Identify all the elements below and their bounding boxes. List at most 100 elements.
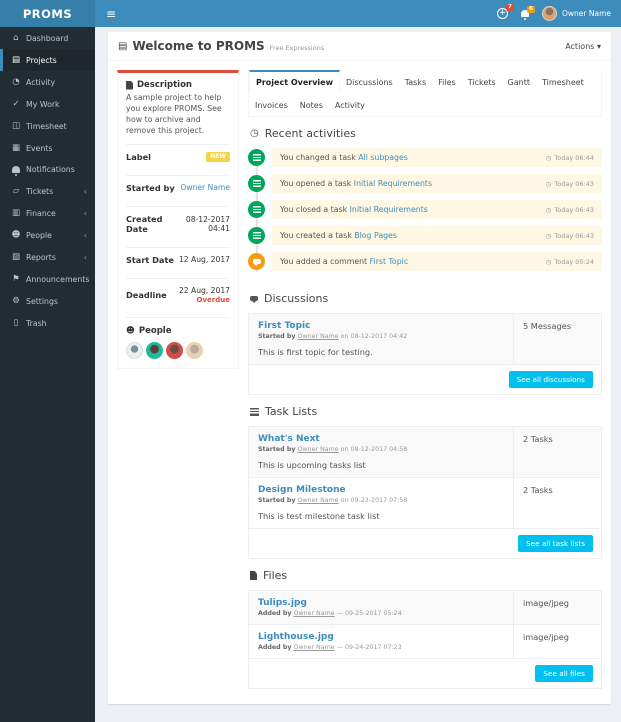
tab-tickets[interactable]: Tickets	[462, 70, 502, 93]
user-avatar	[542, 6, 557, 21]
gear-icon: ⚙	[12, 296, 20, 306]
sidebar-item-reports[interactable]: ▨ Reports ‹	[0, 246, 95, 268]
trash-icon: ▯	[13, 318, 19, 328]
owner-link[interactable]: Owner Name	[298, 446, 339, 453]
add-badge: 7	[506, 4, 514, 11]
file-type: image/jpeg	[513, 625, 601, 658]
activity-item: You changed a task All subpages ◷ Today …	[248, 148, 602, 167]
task-count: 2 Tasks	[513, 427, 601, 477]
file-icon	[250, 571, 257, 580]
chevron-left-icon: ‹	[83, 186, 87, 196]
top-navbar: PROMS ≡ + 7 6 Owner Name	[0, 0, 621, 27]
sidebar-item-dashboard[interactable]: ⌂ Dashboard	[0, 27, 95, 49]
deadline-row: Deadline 22 Aug, 2017 Overdue	[126, 277, 230, 310]
deadline-value: 22 Aug, 2017	[178, 285, 230, 295]
file-meta: Added by Owner Name — 09-25-2017 05:24	[258, 610, 402, 617]
files-panel: Tulips.jpg Added by Owner Name — 09-25-2…	[248, 590, 602, 689]
task-list-body: This is upcoming tasks list	[258, 460, 366, 470]
bell-icon	[10, 166, 22, 176]
member-avatar[interactable]	[186, 341, 203, 359]
activity-link[interactable]: All subpages	[358, 153, 408, 162]
tab-gantt[interactable]: Gantt	[502, 70, 536, 93]
tab-tasks[interactable]: Tasks	[399, 70, 432, 93]
sidebar-item-trash[interactable]: ▯ Trash	[0, 312, 95, 334]
activity-link[interactable]: First Topic	[370, 257, 409, 266]
sidebar-item-notifications[interactable]: Notifications	[0, 159, 95, 180]
task-list-body: This is test milestone task list	[258, 511, 380, 521]
project-icon: ▤	[118, 40, 128, 52]
notifications-button[interactable]: 6	[521, 6, 535, 20]
file-row: Tulips.jpg Added by Owner Name — 09-25-2…	[249, 591, 601, 625]
sidebar-item-people[interactable]: ☻ People ‹	[0, 224, 95, 246]
description-file-icon	[126, 80, 133, 90]
started-by-link[interactable]: Owner Name	[180, 183, 230, 192]
see-all-discussions-button[interactable]: See all discussions	[508, 371, 593, 388]
file-row: Lighthouse.jpg Added by Owner Name — 09-…	[249, 625, 601, 659]
task-activity-icon	[248, 201, 265, 218]
clock-icon: ◷	[545, 257, 552, 266]
sidebar-item-my-work[interactable]: ✓ My Work	[0, 93, 95, 115]
task-lists-heading: Task Lists	[250, 405, 602, 418]
sidebar-toggle-icon[interactable]: ≡	[95, 0, 127, 27]
chevron-left-icon: ‹	[83, 230, 87, 240]
tab-files[interactable]: Files	[432, 70, 462, 93]
sidebar-item-finance[interactable]: ▥ Finance ‹	[0, 202, 95, 224]
money-icon: ▥	[11, 208, 21, 218]
activity-time: ◷ Today 05:24	[545, 257, 594, 266]
discussions-heading: Discussions	[250, 292, 602, 305]
project-subtitle: Free Expressions	[269, 43, 325, 52]
task-list-title-link[interactable]: Design Milestone	[258, 485, 504, 495]
sidebar-item-events[interactable]: ▦ Events	[0, 137, 95, 159]
comment-icon	[250, 295, 258, 303]
add-new-button[interactable]: + 7	[497, 4, 514, 19]
sidebar-item-tickets[interactable]: ▱ Tickets ‹	[0, 180, 95, 202]
tab-timesheet[interactable]: Timesheet	[536, 70, 590, 93]
chevron-left-icon: ‹	[83, 208, 87, 218]
brand-logo[interactable]: PROMS	[0, 0, 95, 27]
discussion-message-count: 5 Messages	[513, 314, 601, 364]
calendar-icon: ▦	[11, 143, 21, 153]
file-name-link[interactable]: Lighthouse.jpg	[258, 632, 504, 642]
files-heading: Files	[250, 569, 602, 582]
file-name-link[interactable]: Tulips.jpg	[258, 598, 504, 608]
tab-notes[interactable]: Notes	[294, 93, 329, 116]
user-name: Owner Name	[562, 9, 611, 18]
sidebar-item-settings[interactable]: ⚙ Settings	[0, 290, 95, 312]
owner-link[interactable]: Owner Name	[298, 497, 339, 504]
label-row: Label NEW	[126, 143, 230, 168]
task-lists-panel: What's Next Started by Owner Name on 08-…	[248, 426, 602, 559]
see-all-task-lists-button[interactable]: See all task lists	[518, 535, 593, 552]
main-content: ▤ Welcome to PROMS Free Expressions Acti…	[95, 27, 621, 722]
clock-icon: ◷	[545, 179, 552, 188]
owner-link[interactable]: Owner Name	[294, 610, 335, 617]
tab-invoices[interactable]: Invoices	[249, 93, 294, 116]
activity-link[interactable]: Initial Requirements	[354, 179, 432, 188]
member-avatar[interactable]	[146, 341, 163, 359]
clock-icon: ◷	[545, 205, 552, 214]
sidebar-item-activity[interactable]: ◔ Activity	[0, 71, 95, 93]
user-menu[interactable]: Owner Name	[542, 6, 611, 21]
sidebar-item-announcements[interactable]: ⚑ Announcements	[0, 268, 95, 290]
activity-link[interactable]: Initial Requirements	[350, 205, 428, 214]
member-avatar[interactable]	[126, 341, 143, 359]
activity-link[interactable]: Blog Pages	[354, 231, 397, 240]
member-avatar[interactable]	[166, 341, 183, 359]
activity-item: You opened a task Initial Requirements ◷…	[248, 174, 602, 193]
tab-activity[interactable]: Activity	[329, 93, 371, 116]
timesheet-icon: ◫	[11, 121, 21, 131]
created-date-row: Created Date 08-12-2017 04:41	[126, 205, 230, 240]
dashboard-icon: ⌂	[13, 33, 19, 43]
overdue-flag: Overdue	[196, 295, 230, 304]
tab-project-overview[interactable]: Project Overview	[249, 70, 340, 93]
actions-dropdown[interactable]: Actions ▾	[565, 42, 601, 51]
activity-item: You closed a task Initial Requirements ◷…	[248, 200, 602, 219]
owner-link[interactable]: Owner Name	[298, 333, 339, 340]
discussion-title-link[interactable]: First Topic	[258, 321, 504, 331]
see-all-files-button[interactable]: See all files	[535, 665, 593, 682]
tab-discussions[interactable]: Discussions	[340, 70, 399, 93]
owner-link[interactable]: Owner Name	[294, 644, 335, 651]
task-list-title-link[interactable]: What's Next	[258, 434, 504, 444]
sidebar-item-projects[interactable]: ▤ Projects	[0, 49, 95, 71]
page-title: ▤ Welcome to PROMS	[118, 39, 265, 53]
sidebar-item-timesheet[interactable]: ◫ Timesheet	[0, 115, 95, 137]
